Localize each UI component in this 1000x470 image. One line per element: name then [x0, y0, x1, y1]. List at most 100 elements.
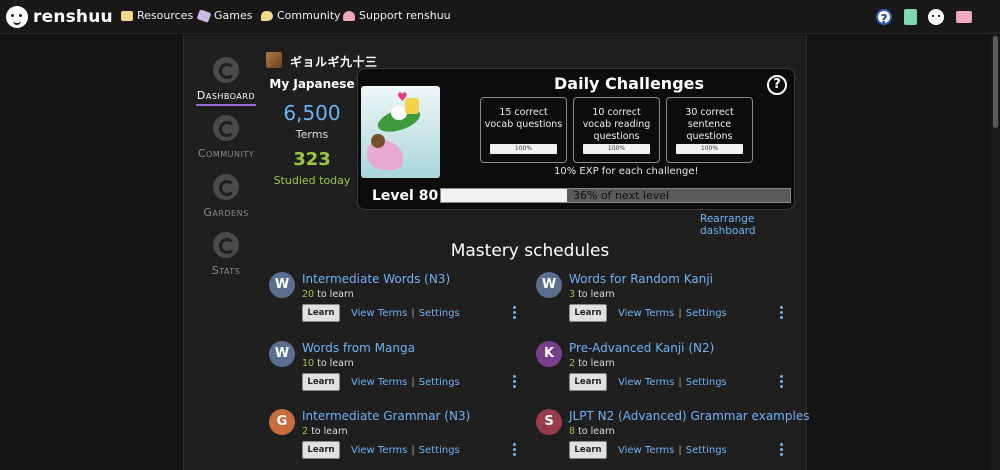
view-terms-link[interactable]: View Terms: [618, 377, 674, 388]
dice-icon: [196, 8, 212, 23]
nav-support-label: Support renshuu: [359, 9, 451, 22]
view-terms-link[interactable]: View Terms: [351, 445, 407, 456]
challenge-text: 15 correct vocab questions: [484, 107, 563, 130]
level-progress-fill: [441, 189, 567, 202]
challenge-progress: 100%: [676, 144, 743, 154]
exp-note: 10% EXP for each challenge!: [554, 166, 699, 177]
learn-button[interactable]: Learn: [302, 441, 340, 459]
more-options-icon[interactable]: [513, 443, 517, 457]
terms-count[interactable]: 6,500: [266, 101, 358, 125]
link-separator: |: [678, 308, 682, 319]
daily-challenges-box: ♥ Daily Challenges ? 15 correct vocab qu…: [357, 68, 795, 210]
sidebar-item-gardens[interactable]: Gardens: [192, 174, 260, 219]
to-learn-suffix: to learn: [578, 426, 615, 437]
nav-community[interactable]: Community: [261, 9, 341, 22]
schedule-name[interactable]: Intermediate Grammar (N3): [302, 409, 470, 423]
settings-link[interactable]: Settings: [686, 308, 727, 319]
schedule-links: View Terms | Settings: [618, 377, 727, 388]
nav-community-label: Community: [277, 9, 341, 22]
view-terms-link[interactable]: View Terms: [351, 377, 407, 388]
learn-button[interactable]: Learn: [302, 373, 340, 391]
level-progress-bar: 36% of next level: [440, 188, 791, 203]
schedule-name[interactable]: Pre-Advanced Kanji (N2): [569, 341, 714, 355]
challenge-card: 30 correct sentence questions 100%: [666, 97, 753, 163]
learn-button[interactable]: Learn: [302, 304, 340, 322]
schedule-links: View Terms | Settings: [351, 308, 460, 319]
daily-challenges-title: Daily Challenges: [554, 74, 705, 93]
mastery-schedule-card: W Words for Random Kanji 3 to learn Learn Vi…: [536, 272, 796, 332]
schedule-badge: K: [536, 341, 562, 367]
learn-button[interactable]: Learn: [569, 441, 607, 459]
to-learn-suffix: to learn: [578, 358, 615, 369]
settings-link[interactable]: Settings: [686, 377, 727, 388]
nav-resources-label: Resources: [137, 9, 194, 22]
to-learn-suffix: to learn: [311, 426, 348, 437]
daily-challenges-illustration: ♥: [361, 86, 440, 178]
renshuu-logo[interactable]: renshuu: [6, 5, 113, 29]
schedule-count: 2 to learn: [569, 358, 615, 369]
learn-button[interactable]: Learn: [569, 373, 607, 391]
schedule-name[interactable]: Intermediate Words (N3): [302, 272, 450, 286]
nav-games[interactable]: Games: [196, 8, 253, 23]
schedule-links: View Terms | Settings: [618, 445, 727, 456]
challenge-progress: 100%: [490, 144, 557, 154]
level-progress-label: 36% of next level: [573, 189, 670, 202]
studied-today-label: Studied today: [273, 174, 351, 187]
schedule-links: View Terms | Settings: [618, 308, 727, 319]
to-learn-suffix: to learn: [317, 358, 354, 369]
nav-resources[interactable]: Resources: [121, 9, 193, 22]
notes-icon[interactable]: [904, 9, 917, 25]
profile-face-icon[interactable]: [928, 9, 944, 25]
more-options-icon[interactable]: [513, 375, 517, 389]
to-learn-count: 8: [569, 426, 576, 437]
scrollbar-thumb[interactable]: [993, 36, 998, 128]
sidebar-item-label: Community: [197, 147, 255, 160]
more-options-icon[interactable]: [780, 375, 784, 389]
renshuu-mascot-icon: [6, 6, 28, 28]
logo-text: renshuu: [33, 7, 113, 27]
to-learn-suffix: to learn: [317, 289, 354, 300]
my-japanese-title: My Japanese: [269, 77, 355, 91]
sidebar-item-label: Stats: [211, 264, 241, 277]
challenge-text: 30 correct sentence questions: [685, 107, 734, 142]
rearrange-dashboard-link[interactable]: Rearrange dashboard: [700, 213, 806, 237]
dashboard-icon: [213, 57, 239, 83]
schedule-count: 20 to learn: [302, 289, 354, 300]
schedule-name[interactable]: JLPT N2 (Advanced) Grammar examples: [569, 409, 809, 423]
more-options-icon[interactable]: [780, 443, 784, 457]
view-terms-link[interactable]: View Terms: [351, 308, 407, 319]
schedule-badge: S: [536, 409, 562, 435]
settings-link[interactable]: Settings: [686, 445, 727, 456]
schedule-name[interactable]: Words from Manga: [302, 341, 415, 355]
help-icon[interactable]: ?: [767, 75, 787, 95]
mastery-schedule-card: S JLPT N2 (Advanced) Grammar examples 8 to…: [536, 409, 809, 469]
user-avatar[interactable]: [266, 52, 282, 68]
challenge-progress: 100%: [583, 144, 650, 154]
schedule-name[interactable]: Words for Random Kanji: [569, 272, 713, 286]
learn-button[interactable]: Learn: [569, 304, 607, 322]
nav-support[interactable]: Support renshuu: [343, 9, 451, 22]
mail-icon[interactable]: [956, 11, 972, 23]
chat-icon: [261, 10, 273, 21]
more-options-icon[interactable]: [780, 306, 784, 320]
settings-link[interactable]: Settings: [419, 308, 460, 319]
schedule-links: View Terms | Settings: [351, 377, 460, 388]
sidebar-item-label: Dashboard: [196, 89, 256, 102]
to-learn-count: 2: [569, 358, 576, 369]
dashboard-panel: Dashboard Community Gardens Stats ギョルギ九十…: [183, 35, 809, 470]
settings-link[interactable]: Settings: [419, 445, 460, 456]
link-separator: |: [411, 308, 415, 319]
terms-label: Terms: [295, 128, 329, 141]
sidebar-item-community[interactable]: Community: [192, 115, 260, 160]
community-icon: [213, 115, 239, 141]
view-terms-link[interactable]: View Terms: [618, 445, 674, 456]
link-separator: |: [678, 445, 682, 456]
nav-games-label: Games: [214, 9, 253, 22]
more-options-icon[interactable]: [513, 306, 517, 320]
help-icon[interactable]: ?: [876, 9, 892, 26]
view-terms-link[interactable]: View Terms: [618, 308, 674, 319]
settings-link[interactable]: Settings: [419, 377, 460, 388]
challenge-text: 10 correct vocab reading questions: [582, 107, 651, 142]
to-learn-count: 3: [569, 289, 576, 300]
sidebar-item-dashboard[interactable]: Dashboard: [192, 57, 260, 106]
